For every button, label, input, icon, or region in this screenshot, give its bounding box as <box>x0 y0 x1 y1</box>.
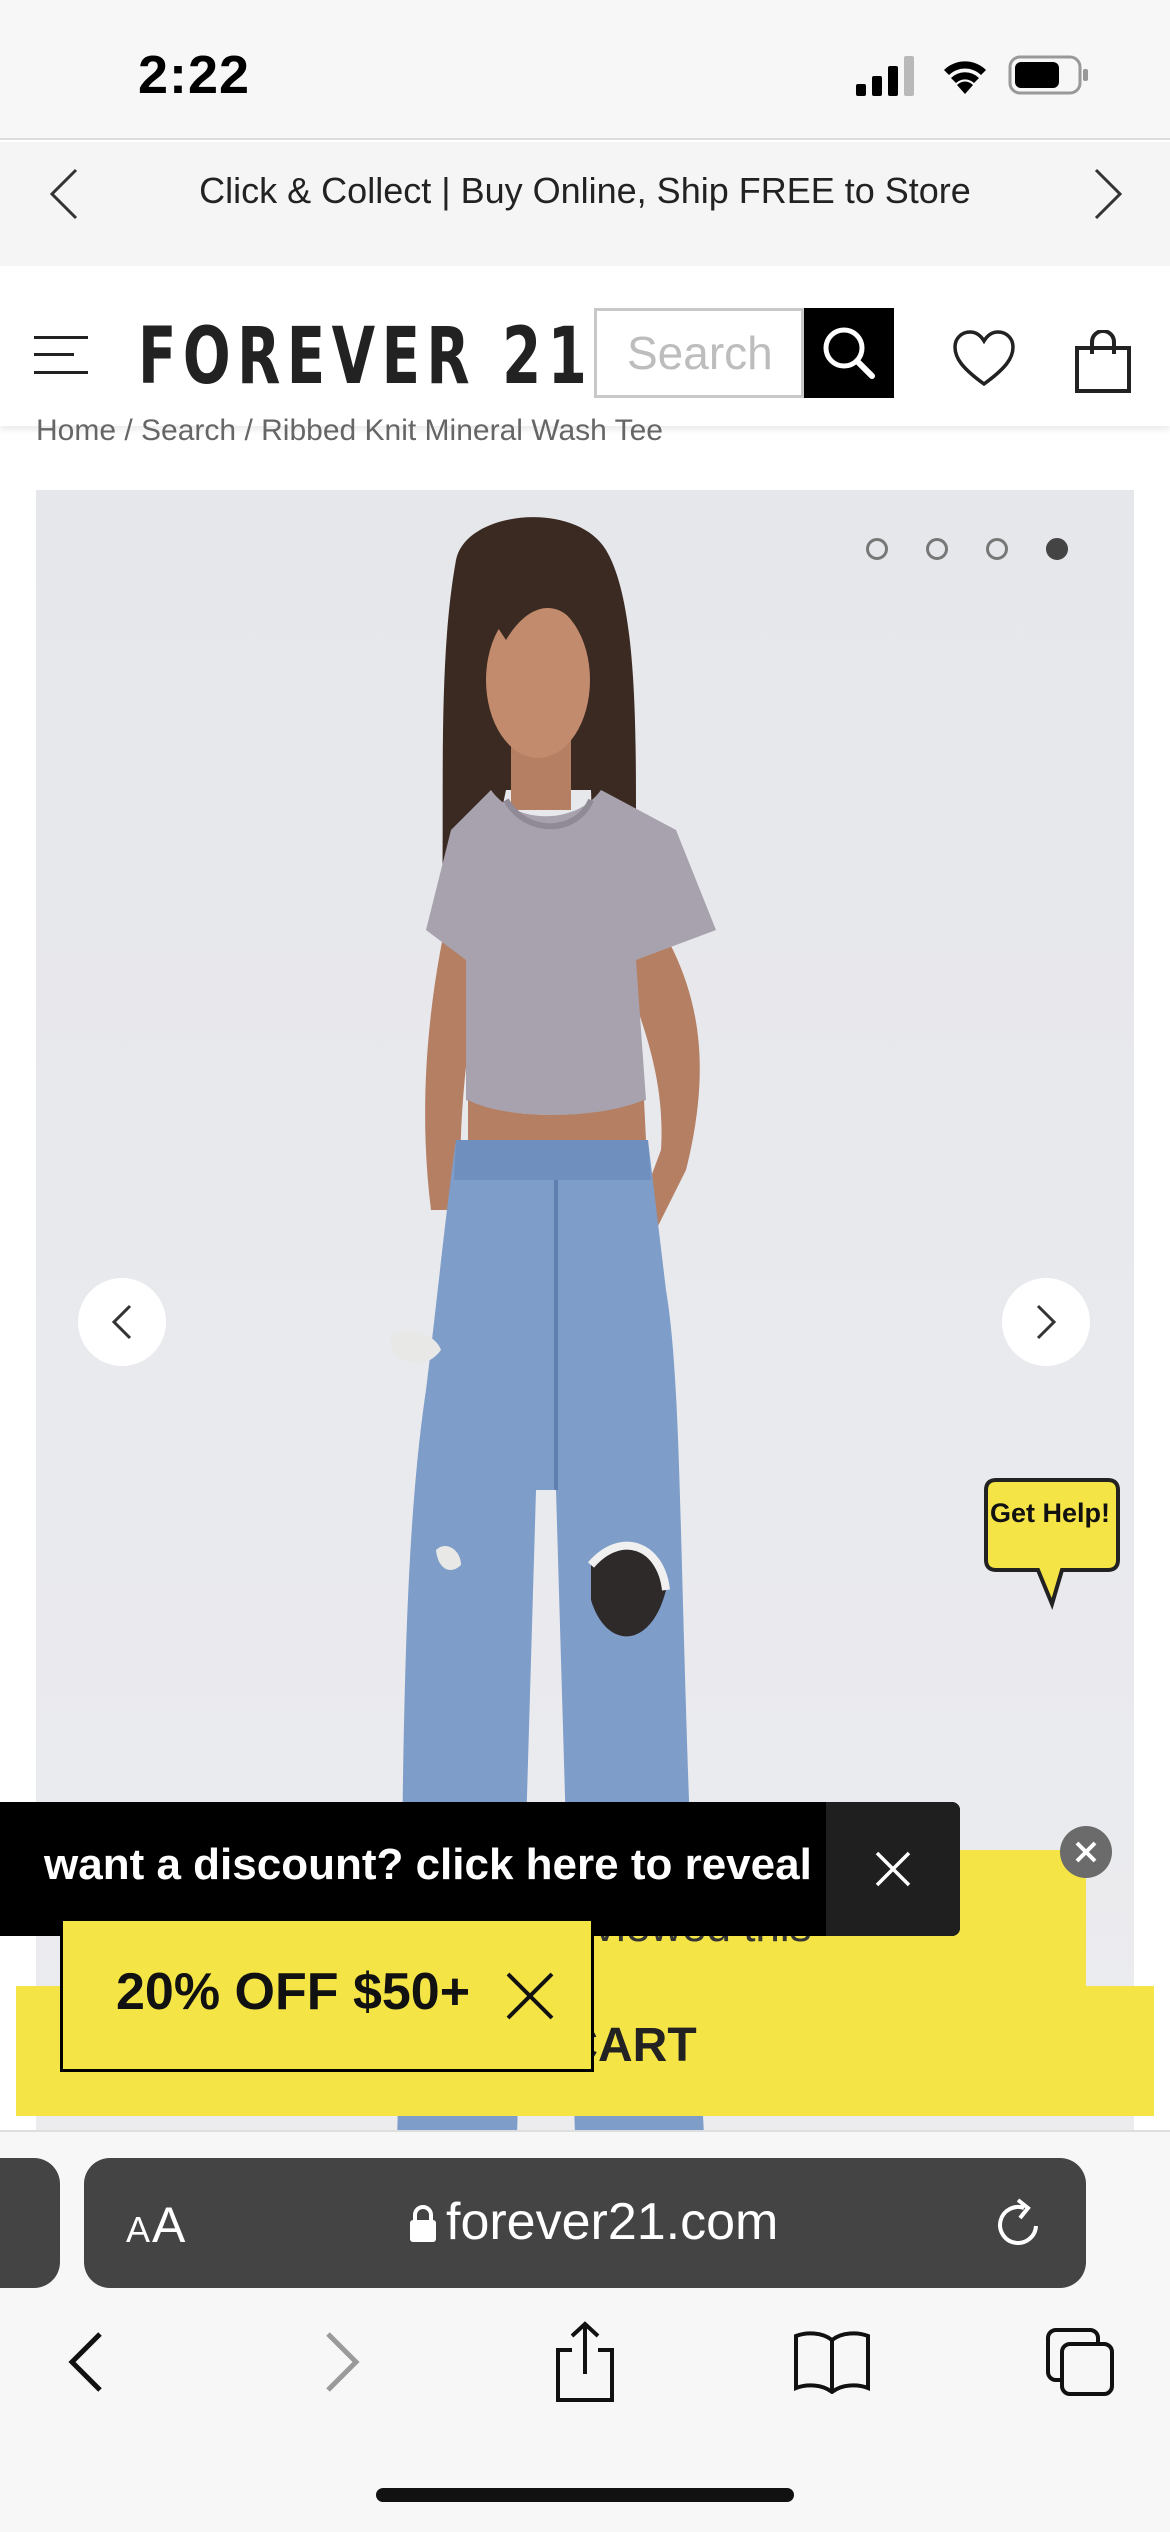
offer-tag-text[interactable]: 20% OFF $50+ <box>116 1962 470 2022</box>
close-icon[interactable] <box>500 1966 560 2026</box>
image-prev-button[interactable] <box>78 1278 166 1366</box>
share-icon[interactable] <box>552 2320 618 2404</box>
previous-tab-preview[interactable] <box>0 2158 60 2288</box>
signal-icon <box>856 56 914 96</box>
book-icon[interactable] <box>792 2328 872 2394</box>
chevron-right-icon[interactable] <box>1088 166 1128 222</box>
close-icon <box>1075 1841 1097 1863</box>
aa-large-letter: A <box>152 2197 188 2253</box>
chevron-left-icon <box>111 1304 132 1340</box>
battery-icon <box>1008 55 1088 95</box>
lock-icon <box>410 2205 436 2242</box>
carousel-indicators <box>866 538 1076 562</box>
image-next-button[interactable] <box>1002 1278 1090 1366</box>
carousel-dot[interactable] <box>926 538 948 560</box>
url-text[interactable]: forever21.com <box>446 2192 778 2252</box>
aa-small-letter: A <box>126 2209 153 2250</box>
search-input[interactable] <box>597 311 801 395</box>
promo-banner-text[interactable]: Click & Collect | Buy Online, Ship FREE … <box>0 170 1170 212</box>
breadcrumb-home[interactable]: Home <box>36 414 116 447</box>
breadcrumb-separator: / <box>116 414 142 447</box>
status-time: 2:22 <box>138 45 251 105</box>
breadcrumb-search[interactable]: Search <box>141 414 236 447</box>
breadcrumb-current: Ribbed Knit Mineral Wash Tee <box>261 414 663 447</box>
wifi-icon <box>944 61 986 94</box>
search-icon <box>823 327 875 379</box>
home-indicator[interactable] <box>376 2488 794 2502</box>
search-field[interactable] <box>594 308 804 398</box>
popup-close-button[interactable] <box>1060 1826 1112 1878</box>
heart-icon[interactable] <box>952 330 1016 390</box>
chevron-right-icon <box>1036 1304 1057 1340</box>
forward-icon[interactable] <box>320 2330 364 2394</box>
discount-close-button[interactable] <box>826 1802 960 1936</box>
breadcrumb-separator: / <box>236 414 262 447</box>
back-icon[interactable] <box>64 2330 108 2394</box>
search-button[interactable] <box>804 308 894 398</box>
carousel-dot[interactable] <box>866 538 888 560</box>
breadcrumb: Home / Search / Ribbed Knit Mineral Wash… <box>36 414 663 448</box>
get-help-label[interactable]: Get Help! <box>990 1498 1110 1529</box>
reader-settings-button[interactable]: AA <box>126 2196 187 2254</box>
close-icon <box>875 1851 911 1887</box>
carousel-dot-active[interactable] <box>1046 538 1068 560</box>
tabs-icon[interactable] <box>1044 2326 1116 2398</box>
reload-icon[interactable] <box>990 2196 1046 2252</box>
shopping-bag-icon[interactable] <box>1074 330 1132 394</box>
get-help-bubble[interactable] <box>982 1474 1122 1614</box>
brand-logo[interactable]: FOREVER 21 <box>138 312 593 402</box>
discount-banner-text[interactable]: want a discount? click here to reveal <box>44 1840 812 1890</box>
carousel-dot[interactable] <box>986 538 1008 560</box>
hamburger-menu-icon[interactable] <box>34 334 88 376</box>
